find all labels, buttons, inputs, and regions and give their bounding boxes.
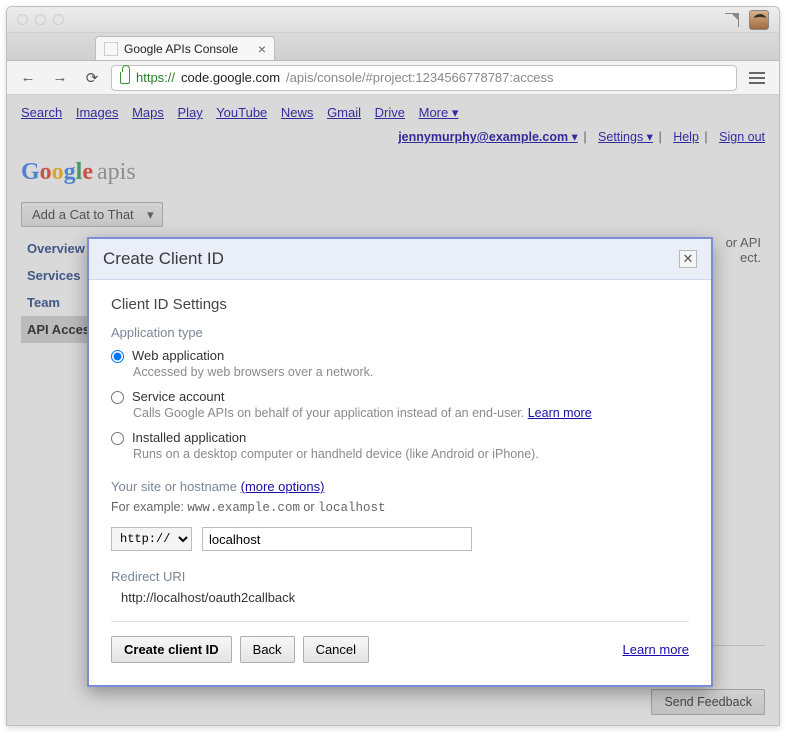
- radio-installed-application[interactable]: [111, 432, 124, 445]
- tab-close-icon[interactable]: ×: [258, 41, 266, 57]
- create-client-id-button[interactable]: Create client ID: [111, 636, 232, 663]
- radio-label[interactable]: Service account: [132, 389, 225, 404]
- app-type-label: Application type: [111, 325, 689, 340]
- address-bar[interactable]: https:// code.google.com/apis/console/#pr…: [111, 65, 737, 91]
- radio-label[interactable]: Installed application: [132, 430, 246, 445]
- radio-desc: Accessed by web browsers over a network.: [133, 365, 689, 379]
- learn-more-link[interactable]: Learn more: [528, 406, 592, 420]
- url-host: code.google.com: [181, 70, 280, 85]
- forward-button[interactable]: →: [47, 66, 73, 90]
- site-hostname-label: Your site or hostname (more options): [111, 479, 689, 494]
- browser-toolbar: ← → ⟳ https:// code.google.com/apis/conso…: [7, 61, 779, 95]
- modal-footer: Create client ID Back Cancel Learn more: [111, 621, 689, 669]
- tab-title: Google APIs Console: [124, 42, 238, 56]
- browser-tab[interactable]: Google APIs Console ×: [95, 36, 275, 60]
- radio-desc: Calls Google APIs on behalf of your appl…: [133, 406, 689, 420]
- favicon-icon: [104, 42, 118, 56]
- zoom-window-icon[interactable]: [53, 14, 64, 25]
- minimize-window-icon[interactable]: [35, 14, 46, 25]
- modal-title: Create Client ID: [103, 249, 224, 269]
- create-client-id-modal: Create Client ID ✕ Client ID Settings Ap…: [87, 237, 713, 687]
- hostname-input[interactable]: [202, 527, 472, 551]
- modal-header: Create Client ID ✕: [89, 239, 711, 280]
- avatar[interactable]: [749, 10, 769, 30]
- cancel-button[interactable]: Cancel: [303, 636, 369, 663]
- window-titlebar: [7, 7, 779, 33]
- radio-desc: Runs on a desktop computer or handheld d…: [133, 447, 689, 461]
- window-controls: [17, 14, 64, 25]
- back-button[interactable]: ←: [15, 66, 41, 90]
- example-text: For example: www.example.com or localhos…: [111, 500, 689, 515]
- expand-icon[interactable]: [725, 13, 739, 27]
- chrome-menu-icon[interactable]: [743, 66, 771, 90]
- learn-more-link[interactable]: Learn more: [623, 642, 689, 657]
- page-viewport: Search Images Maps Play YouTube News Gma…: [7, 95, 779, 725]
- radio-web-application[interactable]: [111, 350, 124, 363]
- settings-heading: Client ID Settings: [111, 296, 689, 313]
- lock-icon: [120, 72, 130, 84]
- back-button-modal[interactable]: Back: [240, 636, 295, 663]
- protocol-select[interactable]: http://: [111, 527, 192, 551]
- close-window-icon[interactable]: [17, 14, 28, 25]
- browser-window: Google APIs Console × ← → ⟳ https:// code…: [6, 6, 780, 726]
- more-options-link[interactable]: (more options): [241, 479, 325, 494]
- radio-label[interactable]: Web application: [132, 348, 224, 363]
- modal-close-icon[interactable]: ✕: [679, 250, 697, 268]
- redirect-uri-value: http://localhost/oauth2callback: [121, 590, 689, 605]
- redirect-uri-label: Redirect URI: [111, 569, 689, 584]
- url-scheme: https://: [136, 70, 175, 85]
- radio-service-account[interactable]: [111, 391, 124, 404]
- reload-button[interactable]: ⟳: [79, 66, 105, 90]
- browser-tabbar: Google APIs Console ×: [7, 33, 779, 61]
- url-path: /apis/console/#project:1234566778787:acc…: [286, 70, 553, 85]
